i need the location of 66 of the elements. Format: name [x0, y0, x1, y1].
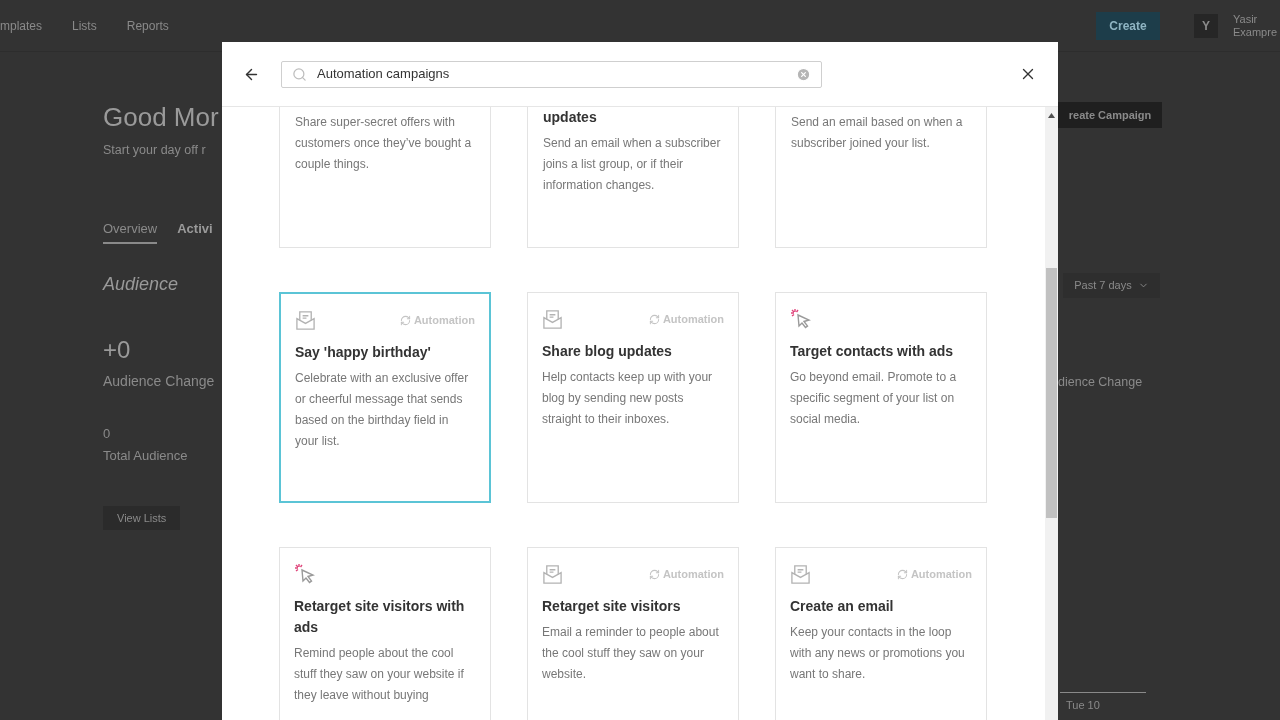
envelope-letter-icon: [542, 308, 563, 330]
section-title: Audience: [103, 273, 179, 296]
card-title: updates: [543, 108, 598, 127]
envelope-letter-icon: [790, 563, 811, 585]
date-range-dropdown[interactable]: Past 7 days: [1063, 273, 1160, 298]
card-title: Create an email: [790, 597, 895, 616]
template-card[interactable]: Automation Say 'happy birthday' Celebrate with an exclusive offer or cheerful message that sends based on the birthday field in your list.: [279, 292, 491, 503]
card-description: Send an email based on when a subscriber joined your list.: [791, 114, 964, 152]
search-icon: [292, 66, 307, 82]
page-tab[interactable]: Activi: [177, 219, 213, 244]
template-card[interactable]: Share super-secret offers with customers once they’ve bought a couple things.: [279, 107, 491, 248]
template-card[interactable]: Send an email based on when a subscriber joined your list.: [775, 107, 987, 248]
card-title: Target contacts with ads: [790, 342, 955, 361]
create-campaign-button[interactable]: reate Campaign: [1058, 102, 1162, 128]
nav-link[interactable]: Reports: [126, 16, 169, 35]
stat-label: Audience Change: [103, 372, 215, 391]
page-tab[interactable]: Overview: [103, 219, 158, 244]
refresh-icon: [648, 568, 660, 580]
refresh-icon: [399, 314, 411, 326]
scrollbar-thumb[interactable]: [1046, 268, 1057, 518]
card-description: Share super-secret offers with customers once they’ve bought a couple things.: [295, 114, 473, 173]
automation-tag: Automation: [662, 310, 724, 328]
card-description: Celebrate with an exclusive offer or cheerful message that sends based on the birthday field in your list.: [295, 370, 470, 450]
cursor-click-icon: [294, 563, 316, 585]
envelope-letter-icon: [542, 563, 563, 585]
card-description: Send an email when a subscriber joins a list group, or if their information changes.: [543, 135, 722, 194]
greeting-heading: Good Mor: [103, 101, 219, 133]
scrollbar[interactable]: [1045, 107, 1058, 720]
chart-day-label: Tue 10: [1066, 698, 1101, 713]
create-button[interactable]: Create: [1096, 11, 1160, 40]
nav-link[interactable]: Lists: [72, 16, 97, 35]
refresh-icon: [896, 568, 908, 580]
greeting-subtitle: Start your day off r: [103, 142, 206, 159]
search-input[interactable]: Automation campaigns: [317, 64, 796, 84]
template-card[interactable]: Target contacts with ads Go beyond email. Promote to a specific segment of your list on social media.: [775, 292, 987, 503]
view-lists-button[interactable]: View Lists: [103, 506, 181, 530]
card-title: Say 'happy birthday': [295, 343, 432, 362]
stat-label: dience Change: [1058, 374, 1143, 391]
card-title: Retarget site visitors with ads: [294, 597, 466, 637]
user-organization: Exampre: [1233, 25, 1279, 39]
template-card[interactable]: Automation Share blog updates Help contacts keep up with your blog by sending new posts straight to their inboxes.: [527, 292, 739, 503]
scroll-up-icon[interactable]: [1048, 113, 1055, 118]
envelope-letter-icon: [295, 309, 316, 331]
automation-tag: Automation: [662, 565, 724, 583]
card-description: Go beyond email. Promote to a specific segment of your list on social media.: [790, 369, 958, 428]
card-description: Keep your contacts in the loop with any news or promotions you want to share.: [790, 624, 966, 683]
template-card[interactable]: Automation Retarget site visitors Email a reminder to people about the cool stuff they saw on your website.: [527, 547, 739, 720]
user-name: Yasir: [1233, 12, 1259, 26]
card-description: Remind people about the cool stuff they saw on your website if they leave without buying: [294, 645, 465, 704]
search-field[interactable]: Automation campaigns: [281, 60, 822, 88]
stat-value: +0: [103, 335, 131, 365]
template-card[interactable]: updates Send an email when a subscriber joins a list group, or if their information changes.: [527, 107, 739, 248]
card-title: Retarget site visitors: [542, 597, 682, 616]
avatar[interactable]: Y: [1194, 13, 1218, 38]
card-description: Help contacts keep up with your blog by sending new posts straight to their inboxes.: [542, 369, 714, 428]
refresh-icon: [648, 313, 660, 325]
stat-label: Total Audience: [103, 447, 188, 465]
card-title: Share blog updates: [542, 342, 673, 361]
stat-value: 0: [103, 425, 111, 443]
template-card[interactable]: Retarget site visitors with ads Remind people about the cool stuff they saw on your website if they leave without buying: [279, 547, 491, 720]
cursor-click-icon: [790, 308, 812, 330]
nav-link[interactable]: mplates: [0, 16, 43, 35]
automation-tag: Automation: [910, 565, 972, 583]
template-card[interactable]: Automation Create an email Keep your contacts in the loop with any news or promotions you want to share.: [775, 547, 987, 720]
card-description: Email a reminder to people about the cool stuff they saw on your website.: [542, 624, 720, 683]
automation-tag: Automation: [413, 311, 475, 329]
